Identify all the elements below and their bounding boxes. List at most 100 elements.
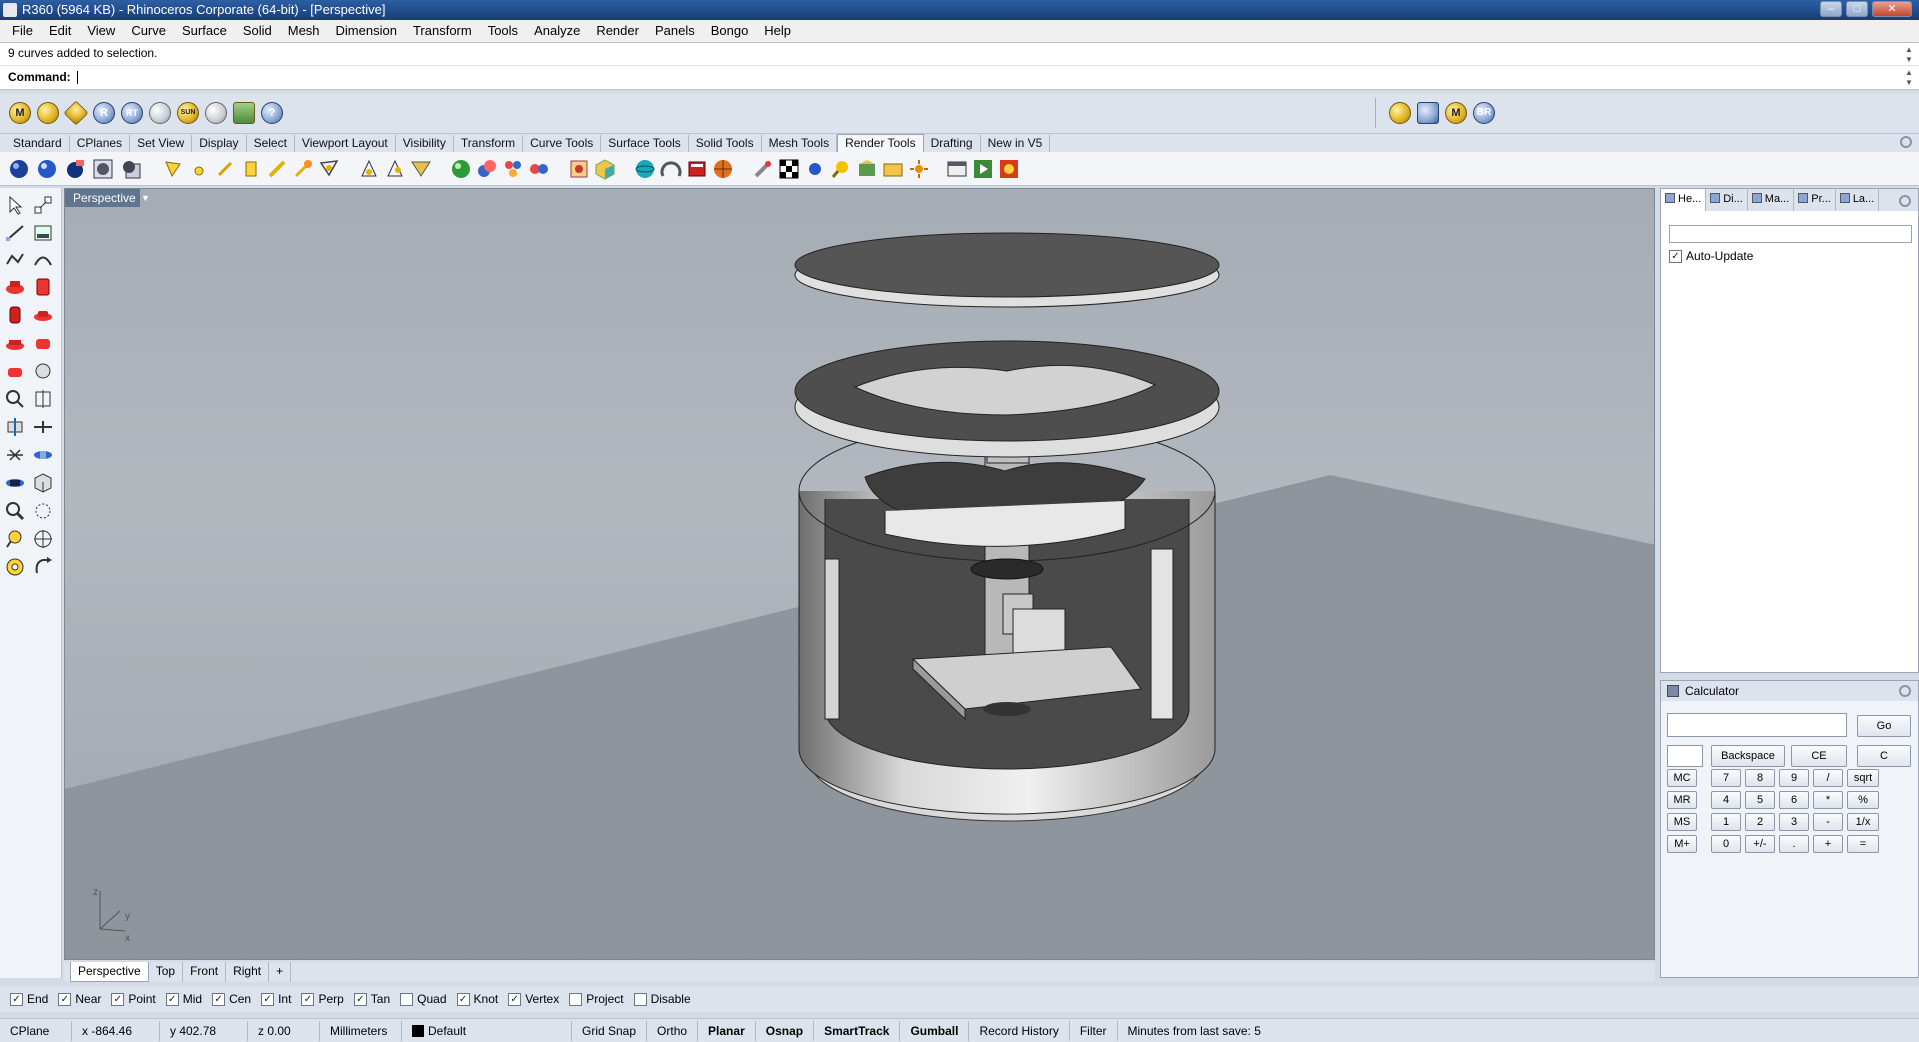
pan-view-icon[interactable] xyxy=(32,556,54,578)
extrude-icon[interactable] xyxy=(4,332,26,354)
tab-select[interactable]: Select xyxy=(247,135,295,152)
landscape-icon[interactable] xyxy=(233,102,255,124)
menu-help[interactable]: Help xyxy=(756,20,799,42)
panel-tab-layers[interactable]: La... xyxy=(1836,189,1880,211)
calc-key-negate[interactable]: +/- xyxy=(1745,835,1775,853)
osnap-quad-checkbox[interactable] xyxy=(400,992,414,1006)
panel-tab-help[interactable]: He... xyxy=(1661,189,1707,211)
viewport-tab-front[interactable]: Front xyxy=(183,962,227,982)
calc-key-equals[interactable]: = xyxy=(1847,835,1879,853)
light-hotspot-icon[interactable] xyxy=(410,158,432,180)
environment-icon[interactable] xyxy=(634,158,656,180)
scene-canvas[interactable]: z x y xyxy=(65,189,1655,960)
checker-texture-icon[interactable] xyxy=(778,158,800,180)
rotate-view-icon[interactable] xyxy=(4,556,26,578)
calculator-display[interactable] xyxy=(1667,713,1847,737)
panel-tab-properties[interactable]: Pr... xyxy=(1794,189,1836,211)
mirror-icon[interactable] xyxy=(4,444,26,466)
render-region-icon[interactable] xyxy=(92,158,114,180)
cube-wireframe-icon[interactable] xyxy=(32,472,54,494)
render-preview-icon[interactable] xyxy=(36,158,58,180)
menu-solid[interactable]: Solid xyxy=(235,20,280,42)
material-library-icon[interactable] xyxy=(502,158,524,180)
status-units[interactable]: Millimeters xyxy=(320,1020,402,1041)
bump-icon[interactable] xyxy=(752,158,774,180)
calc-key-minus[interactable]: - xyxy=(1813,813,1843,831)
osnap-point-checkbox[interactable]: ✓ xyxy=(111,992,125,1006)
rhino-app-icon[interactable] xyxy=(3,3,17,17)
materials-icon[interactable] xyxy=(476,158,498,180)
tab-curve-tools[interactable]: Curve Tools xyxy=(523,135,602,152)
status-cplane[interactable]: CPlane xyxy=(0,1020,72,1041)
osnap-int-checkbox[interactable]: ✓ xyxy=(261,992,275,1006)
cmd-scroll-up-icon[interactable]: ▲ xyxy=(1903,68,1915,78)
menu-mesh[interactable]: Mesh xyxy=(280,20,328,42)
viewport-tab-plus[interactable]: + xyxy=(269,962,292,982)
osnap-toggle[interactable]: Osnap xyxy=(756,1020,815,1041)
osnap-cen[interactable]: ✓ Cen xyxy=(212,992,251,1006)
curve-icon[interactable] xyxy=(32,248,54,270)
planar-toggle[interactable]: Planar xyxy=(698,1020,756,1041)
osnap-disable[interactable]: Disable xyxy=(633,992,691,1006)
calc-key-1-x[interactable]: 1/x xyxy=(1847,813,1879,831)
calc-key-1[interactable]: 1 xyxy=(1711,813,1741,831)
osnap-vertex-checkbox[interactable]: ✓ xyxy=(508,992,522,1006)
tag-icon[interactable] xyxy=(63,100,89,126)
viewport-tab-top[interactable]: Top xyxy=(149,962,184,982)
toolbar-settings-gear-icon[interactable] xyxy=(1900,136,1912,148)
sun-icon[interactable]: SUN xyxy=(177,102,199,124)
dimension-tool-icon[interactable] xyxy=(32,388,54,410)
texture-mapping-icon[interactable] xyxy=(568,158,590,180)
building-icon[interactable] xyxy=(1417,102,1439,124)
osnap-end-checkbox[interactable]: ✓ xyxy=(10,992,23,1006)
osnap-point[interactable]: ✓ Point xyxy=(111,992,156,1006)
osnap-near-checkbox[interactable]: ✓ xyxy=(58,992,72,1006)
rectangular-light-icon[interactable] xyxy=(240,158,262,180)
calc-key-m[interactable]: M+ xyxy=(1667,835,1697,853)
select-arrow-icon[interactable] xyxy=(4,194,26,216)
boolean-icon[interactable] xyxy=(4,360,26,382)
gear-badge-icon[interactable] xyxy=(37,102,59,124)
crosshair-icon[interactable] xyxy=(32,528,54,550)
osnap-int[interactable]: ✓ Int xyxy=(261,992,291,1006)
match-material-icon[interactable] xyxy=(528,158,550,180)
tab-standard[interactable]: Standard xyxy=(6,135,70,152)
calc-key-6[interactable]: 6 xyxy=(1779,791,1809,809)
menu-view[interactable]: View xyxy=(79,20,123,42)
menu-transform[interactable]: Transform xyxy=(405,20,480,42)
calc-key-mr[interactable]: MR xyxy=(1667,791,1697,809)
ground-plane-icon[interactable] xyxy=(660,158,682,180)
transform-icon[interactable] xyxy=(4,416,26,438)
calc-key-ms[interactable]: MS xyxy=(1667,813,1697,831)
cmd-scroll-down-icon[interactable]: ▼ xyxy=(1903,78,1915,88)
minimize-button[interactable]: – xyxy=(1820,1,1842,17)
open-folder-icon[interactable] xyxy=(882,158,904,180)
maximize-button[interactable]: □ xyxy=(1846,1,1868,17)
array-icon[interactable] xyxy=(32,416,54,438)
menu-render[interactable]: Render xyxy=(588,20,647,42)
viewport-menu-chevron-icon[interactable]: ▼ xyxy=(141,189,153,207)
perspective-viewport[interactable]: z x y Perspective ▼ xyxy=(64,188,1655,960)
tab-drafting[interactable]: Drafting xyxy=(924,135,981,152)
render-rt-icon[interactable]: RT xyxy=(121,102,143,124)
solid-tool-icon[interactable] xyxy=(4,276,26,298)
polyline-icon[interactable] xyxy=(4,248,26,270)
calc-go-button[interactable]: Go xyxy=(1857,715,1911,737)
zoom-icon[interactable] xyxy=(4,500,26,522)
tab-solid-tools[interactable]: Solid Tools xyxy=(689,135,762,152)
calc-key-8[interactable]: 8 xyxy=(1745,769,1775,787)
menu-edit[interactable]: Edit xyxy=(41,20,79,42)
spotlight-icon[interactable] xyxy=(162,158,184,180)
calculator-settings-gear-icon[interactable] xyxy=(1899,685,1911,697)
viewport-tab-right[interactable]: Right xyxy=(226,962,270,982)
linear-light-icon[interactable] xyxy=(266,158,288,180)
osnap-project-checkbox[interactable] xyxy=(569,992,583,1006)
osnap-mid[interactable]: ✓ Mid xyxy=(165,992,202,1006)
calc-key-plus[interactable]: + xyxy=(1813,835,1843,853)
record-history-toggle[interactable]: Record History xyxy=(969,1020,1070,1041)
gumball-toggle[interactable]: Gumball xyxy=(900,1020,970,1041)
calc-backspace-button[interactable]: Backspace xyxy=(1711,745,1785,767)
bongo-br-icon[interactable]: BR xyxy=(1473,102,1495,124)
help-search-input[interactable] xyxy=(1669,225,1912,243)
filter-toggle[interactable]: Filter xyxy=(1070,1020,1118,1041)
